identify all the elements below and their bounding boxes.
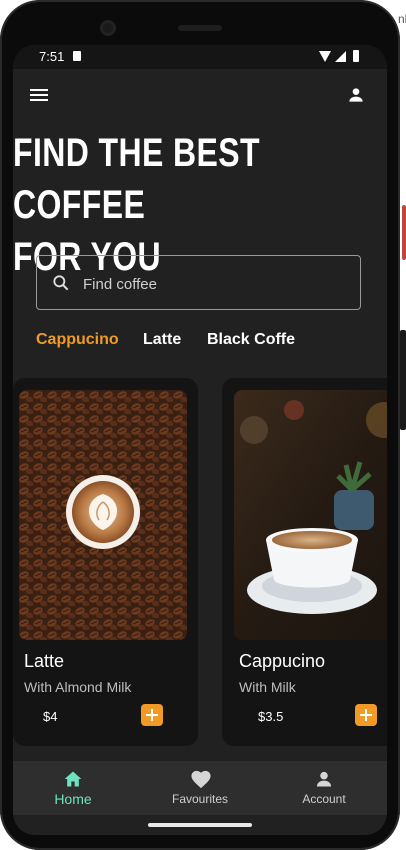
- power-button: [402, 205, 406, 260]
- app-screen: 7:51 Find the best coffee for you Cappuc…: [13, 45, 387, 835]
- signal-icon: [335, 51, 346, 62]
- nav-account-label: Account: [302, 792, 346, 806]
- nav-favourites-label: Favourites: [171, 792, 229, 806]
- battery-icon: [353, 50, 359, 62]
- search-input[interactable]: [81, 266, 345, 302]
- product-carousel[interactable]: Latte With Almond Milk $4 Cappucino With…: [13, 378, 387, 748]
- wifi-icon: [319, 51, 331, 62]
- add-to-cart-button[interactable]: [355, 704, 377, 726]
- product-description: With Almond Milk: [24, 679, 132, 695]
- add-to-cart-button[interactable]: [141, 704, 163, 726]
- page-title-line-1: Find the best coffee: [13, 131, 260, 227]
- product-price: $4: [43, 709, 58, 724]
- product-card-cappucino[interactable]: Cappucino With Milk $3.5: [222, 378, 387, 746]
- product-name: Latte: [24, 651, 65, 671]
- home-gesture-bar[interactable]: [148, 823, 252, 827]
- person-icon[interactable]: [346, 85, 366, 105]
- cappucino-cup-image: [234, 390, 387, 640]
- tab-latte[interactable]: Latte: [143, 331, 181, 349]
- search-field[interactable]: [36, 255, 361, 310]
- volume-button: [400, 330, 406, 430]
- nav-home-label: Home: [54, 791, 92, 807]
- nav-account[interactable]: Account: [264, 761, 384, 815]
- home-icon: [64, 771, 82, 787]
- bottom-navigation: Home Favourites Account: [13, 761, 387, 815]
- tab-cappucino[interactable]: Cappucino: [36, 331, 119, 349]
- product-name: Cappucino: [239, 651, 326, 671]
- nav-home[interactable]: Home: [13, 761, 133, 815]
- product-description: With Milk: [239, 679, 296, 695]
- front-camera: [100, 20, 116, 36]
- earpiece-speaker: [178, 25, 222, 31]
- background-window-text: nk: [398, 12, 406, 26]
- product-card-latte[interactable]: Latte With Almond Milk $4: [13, 378, 198, 746]
- phone-frame: 7:51 Find the best coffee for you Cappuc…: [0, 0, 400, 850]
- product-price: $3.5: [258, 709, 284, 724]
- status-bar: 7:51: [13, 45, 387, 69]
- latte-art-image: [19, 390, 187, 640]
- person-icon: [316, 771, 332, 787]
- tab-black-coffe[interactable]: Black Coffe: [207, 331, 295, 349]
- status-time: 7:51: [39, 49, 65, 64]
- nav-favourites[interactable]: Favourites: [140, 761, 260, 815]
- menu-icon[interactable]: [29, 87, 49, 103]
- search-icon: [53, 275, 69, 291]
- sd-card-icon: [73, 51, 81, 61]
- heart-icon: [191, 770, 211, 789]
